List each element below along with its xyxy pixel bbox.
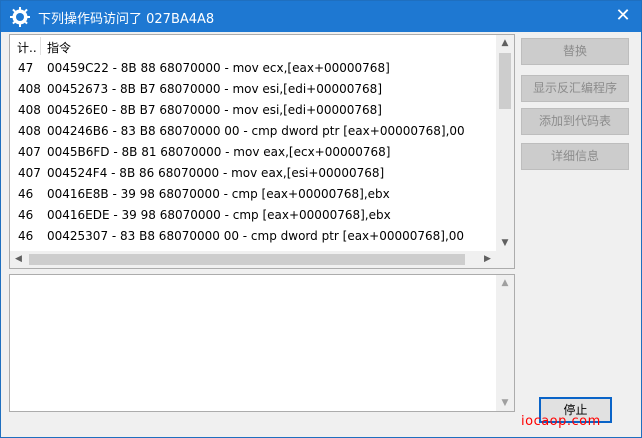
scroll-thumb[interactable] <box>499 53 511 109</box>
scroll-up-icon[interactable]: ▲ <box>496 275 514 291</box>
list-row[interactable]: 408 00452673 - 8B B7 68070000 - mov esi,… <box>10 78 496 99</box>
row-count: 46 <box>18 229 34 243</box>
list-row[interactable]: 408 004246B6 - 83 B8 68070000 00 - cmp d… <box>10 120 496 141</box>
list-row[interactable]: 46 00425307 - 83 B8 68070000 00 - cmp dw… <box>10 225 496 246</box>
close-button[interactable]: ✕ <box>605 1 641 32</box>
row-count: 407 <box>18 166 41 180</box>
list-horizontal-scrollbar[interactable]: ◀ ▶ <box>10 251 496 268</box>
row-count: 46 <box>18 208 34 222</box>
row-instruction: 00416EDE - 39 98 68070000 - cmp [eax+000… <box>47 208 391 222</box>
list-row[interactable]: 408 004526E0 - 8B B7 68070000 - mov esi,… <box>10 99 496 120</box>
list-row[interactable]: 407 0045B6FD - 8B 81 68070000 - mov eax,… <box>10 141 496 162</box>
list-row[interactable]: 46 00416EDE - 39 98 68070000 - cmp [eax+… <box>10 204 496 225</box>
row-instruction: 004526E0 - 8B B7 68070000 - mov esi,[edi… <box>47 103 382 117</box>
row-instruction: 00459C22 - 8B 88 68070000 - mov ecx,[eax… <box>47 61 390 75</box>
scroll-up-icon[interactable]: ▲ <box>496 35 514 51</box>
more-info-button[interactable]: 详细信息 <box>521 143 629 170</box>
cheat-engine-gear-icon <box>10 7 30 27</box>
list-vertical-scrollbar[interactable]: ▲ ▼ <box>496 35 514 251</box>
list-row[interactable]: 407 004524F4 - 8B 86 68070000 - mov eax,… <box>10 162 496 183</box>
list-rows: 47 00459C22 - 8B 88 68070000 - mov ecx,[… <box>10 57 496 246</box>
row-instruction: 004246B6 - 83 B8 68070000 00 - cmp dword… <box>47 124 465 138</box>
column-header-count[interactable]: 计.. <box>17 39 37 56</box>
row-count: 407 <box>18 145 41 159</box>
column-divider[interactable] <box>40 37 41 55</box>
details-text-area[interactable]: ▲ ▼ <box>9 274 515 412</box>
list-row[interactable]: 47 00459C22 - 8B 88 68070000 - mov ecx,[… <box>10 57 496 78</box>
column-header-instruction[interactable]: 指令 <box>47 39 71 56</box>
row-instruction: 0045B6FD - 8B 81 68070000 - mov eax,[ecx… <box>47 145 391 159</box>
row-instruction: 00416E8B - 39 98 68070000 - cmp [eax+000… <box>47 187 390 201</box>
list-row[interactable]: 46 00416E8B - 39 98 68070000 - cmp [eax+… <box>10 183 496 204</box>
replace-button[interactable]: 替换 <box>521 38 629 65</box>
opcode-list[interactable]: 计.. 指令 47 00459C22 - 8B 88 68070000 - mo… <box>9 34 515 269</box>
row-count: 408 <box>18 124 41 138</box>
row-instruction: 00452673 - 8B B7 68070000 - mov esi,[edi… <box>47 82 382 96</box>
row-count: 46 <box>18 187 34 201</box>
scroll-thumb[interactable] <box>29 254 465 265</box>
title-bar[interactable]: 下列操作码访问了 027BA4A8 ✕ <box>1 1 641 32</box>
scroll-left-icon[interactable]: ◀ <box>10 251 27 268</box>
row-count: 47 <box>18 61 34 75</box>
watermark-text: iocaop.com <box>521 414 601 429</box>
list-header: 计.. 指令 <box>10 35 496 57</box>
row-count: 408 <box>18 103 41 117</box>
scrollbar-corner <box>496 251 514 268</box>
close-icon: ✕ <box>615 5 631 26</box>
show-disassembler-button[interactable]: 显示反汇编程序 <box>521 75 629 102</box>
scroll-down-icon[interactable]: ▼ <box>496 235 514 251</box>
row-instruction: 004524F4 - 8B 86 68070000 - mov eax,[esi… <box>47 166 385 180</box>
scroll-down-icon[interactable]: ▼ <box>496 395 514 411</box>
window-title: 下列操作码访问了 027BA4A8 <box>38 12 215 27</box>
add-to-codelist-button[interactable]: 添加到代码表 <box>521 108 629 135</box>
details-vertical-scrollbar[interactable]: ▲ ▼ <box>496 275 514 411</box>
opcode-access-dialog: 下列操作码访问了 027BA4A8 ✕ 计.. 指令 47 00459C22 -… <box>0 0 642 438</box>
row-instruction: 00425307 - 83 B8 68070000 00 - cmp dword… <box>47 229 465 243</box>
scroll-right-icon[interactable]: ▶ <box>479 251 496 268</box>
row-count: 408 <box>18 82 41 96</box>
